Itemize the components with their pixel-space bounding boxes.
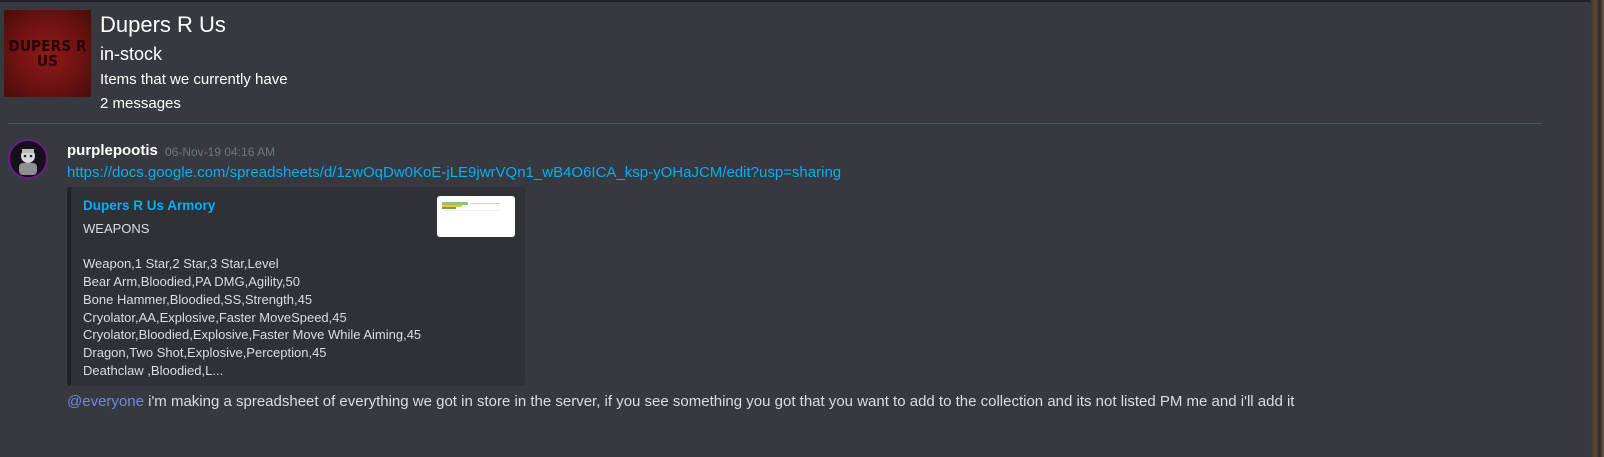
spreadsheet-link[interactable]: https://docs.google.com/spreadsheets/d/1…: [67, 164, 841, 181]
server-name: Dupers R Us: [100, 12, 226, 37]
spreadsheet-thumbnail-icon: [442, 202, 500, 211]
link-embed: Dupers R Us Armory WEAPONS Weapon,1 Star…: [67, 187, 525, 386]
server-icon-text: DUPERS R US: [8, 36, 87, 70]
window-top-border: [0, 0, 1604, 2]
message-count: 2 messages: [100, 95, 181, 112]
header-divider: [8, 123, 1542, 124]
embed-title[interactable]: Dupers R Us Armory: [83, 198, 215, 213]
server-icon: DUPERS R US: [4, 10, 91, 97]
window-edge-decoration: [1590, 0, 1604, 457]
embed-description: WEAPONS Weapon,1 Star,2 Star,3 Star,Leve…: [83, 221, 422, 378]
message-author[interactable]: purplepootis: [67, 142, 158, 159]
avatar[interactable]: [8, 139, 48, 179]
message-body: i'm making a spreadsheet of everything w…: [143, 393, 1295, 410]
everyone-mention[interactable]: @everyone: [67, 393, 144, 410]
avatar-image-icon: [10, 141, 46, 177]
channel-name: in-stock: [100, 44, 163, 64]
message-timestamp: 06-Nov-19 04:16 AM: [165, 145, 276, 159]
message-text: @everyone i'm making a spreadsheet of ev…: [67, 393, 1294, 410]
embed-thumbnail[interactable]: [437, 196, 515, 237]
channel-topic: Items that we currently have: [100, 71, 288, 88]
